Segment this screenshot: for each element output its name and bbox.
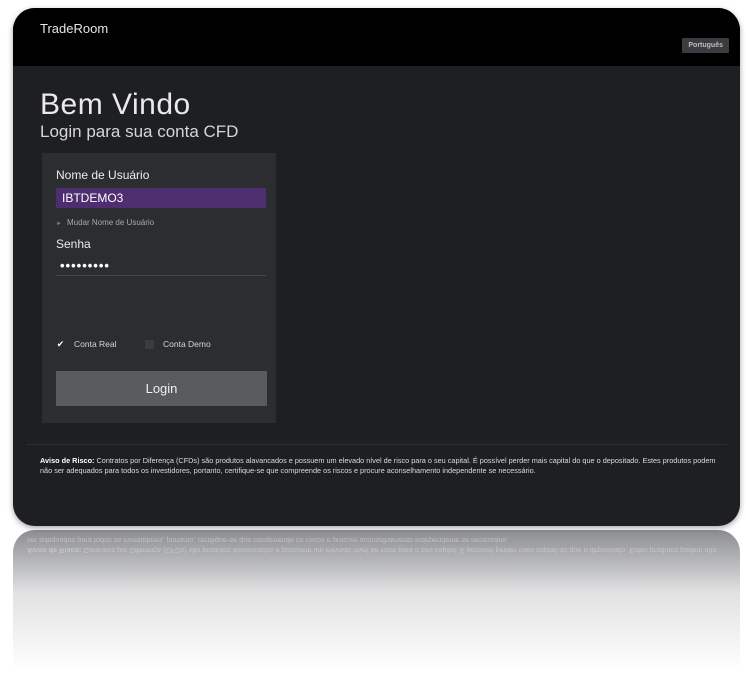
password-value: ••••••••• bbox=[60, 258, 110, 273]
username-field[interactable] bbox=[56, 188, 266, 208]
app-title: TradeRoom bbox=[40, 21, 109, 36]
account-demo-checkbox[interactable] bbox=[145, 339, 154, 349]
account-demo-label: Conta Demo bbox=[163, 339, 211, 349]
username-label: Nome de Usuário bbox=[56, 168, 150, 182]
language-button[interactable]: Português bbox=[682, 38, 729, 53]
welcome-title: Bem Vindo bbox=[40, 88, 191, 121]
account-demo-option[interactable]: Conta Demo bbox=[145, 339, 211, 349]
login-panel: Nome de Usuário ► Mudar Nome de Usuário S… bbox=[42, 153, 276, 423]
password-label: Senha bbox=[56, 237, 91, 251]
reflected-risk-text: Aviso de Risco: Contratos por Diferença … bbox=[27, 535, 727, 555]
triangle-right-icon: ► bbox=[56, 221, 62, 227]
reflected-risk-body: Contratos por Diferença (CFDs) são produ… bbox=[27, 536, 717, 555]
account-real-option[interactable]: ✔ Conta Real bbox=[56, 339, 117, 349]
login-button[interactable]: Login bbox=[56, 371, 267, 406]
app-window: TradeRoom Português Bem Vindo Login para… bbox=[13, 8, 740, 526]
reflected-risk-heading: Aviso de Risco: bbox=[27, 546, 82, 555]
screen-reflection: Aviso de Risco: Contratos por Diferença … bbox=[13, 530, 740, 670]
risk-warning: Aviso de Risco: Contratos por Diferença … bbox=[40, 456, 727, 476]
risk-warning-heading: Aviso de Risco: bbox=[40, 456, 95, 465]
change-username-label: Mudar Nome de Usuário bbox=[66, 218, 155, 227]
account-real-label: Conta Real bbox=[74, 339, 117, 349]
top-bar: TradeRoom Português bbox=[13, 8, 740, 66]
checkmark-icon[interactable]: ✔ bbox=[56, 339, 65, 349]
change-username-link[interactable]: ► Mudar Nome de Usuário bbox=[56, 218, 154, 227]
divider bbox=[26, 444, 727, 445]
risk-warning-text: Contratos por Diferença (CFDs) são produ… bbox=[40, 456, 716, 475]
welcome-subtitle: Login para sua conta CFD bbox=[40, 122, 239, 141]
password-field[interactable]: ••••••••• bbox=[56, 256, 266, 276]
